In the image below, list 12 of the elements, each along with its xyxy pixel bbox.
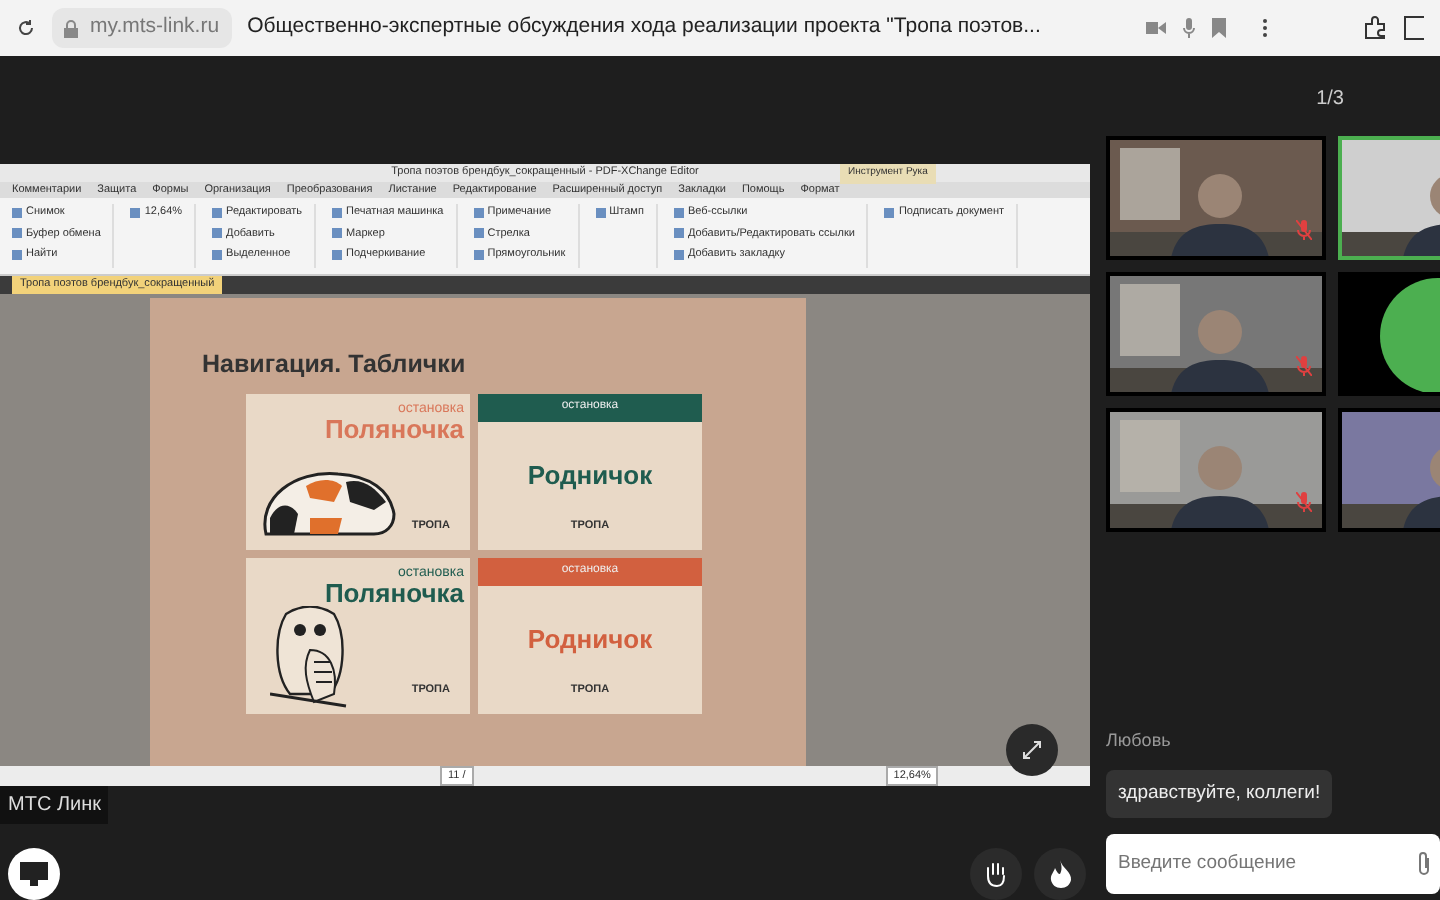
address-bar[interactable]: my.mts-link.ru — [52, 8, 232, 48]
sign-name: Родничок — [527, 461, 653, 491]
sign-name: Поляночка — [324, 580, 464, 610]
slide-title: Навигация. Таблички — [202, 347, 468, 382]
message-field[interactable]: Введите сообщение — [1106, 833, 1440, 894]
message-author: Любовь — [1106, 728, 1173, 754]
sign-name: Поляночка — [324, 416, 464, 446]
presenter-badge: МТС Линк — [0, 786, 109, 824]
page-counter: 1/3 — [1314, 86, 1346, 114]
page-title: Общественно-экспертные обсуждения хода реализации проекта "Тропа поэтов... — [247, 12, 1043, 43]
chat-message: здравствуйте, коллеги! — [1106, 769, 1333, 818]
sign-name: Родничок — [527, 625, 653, 655]
